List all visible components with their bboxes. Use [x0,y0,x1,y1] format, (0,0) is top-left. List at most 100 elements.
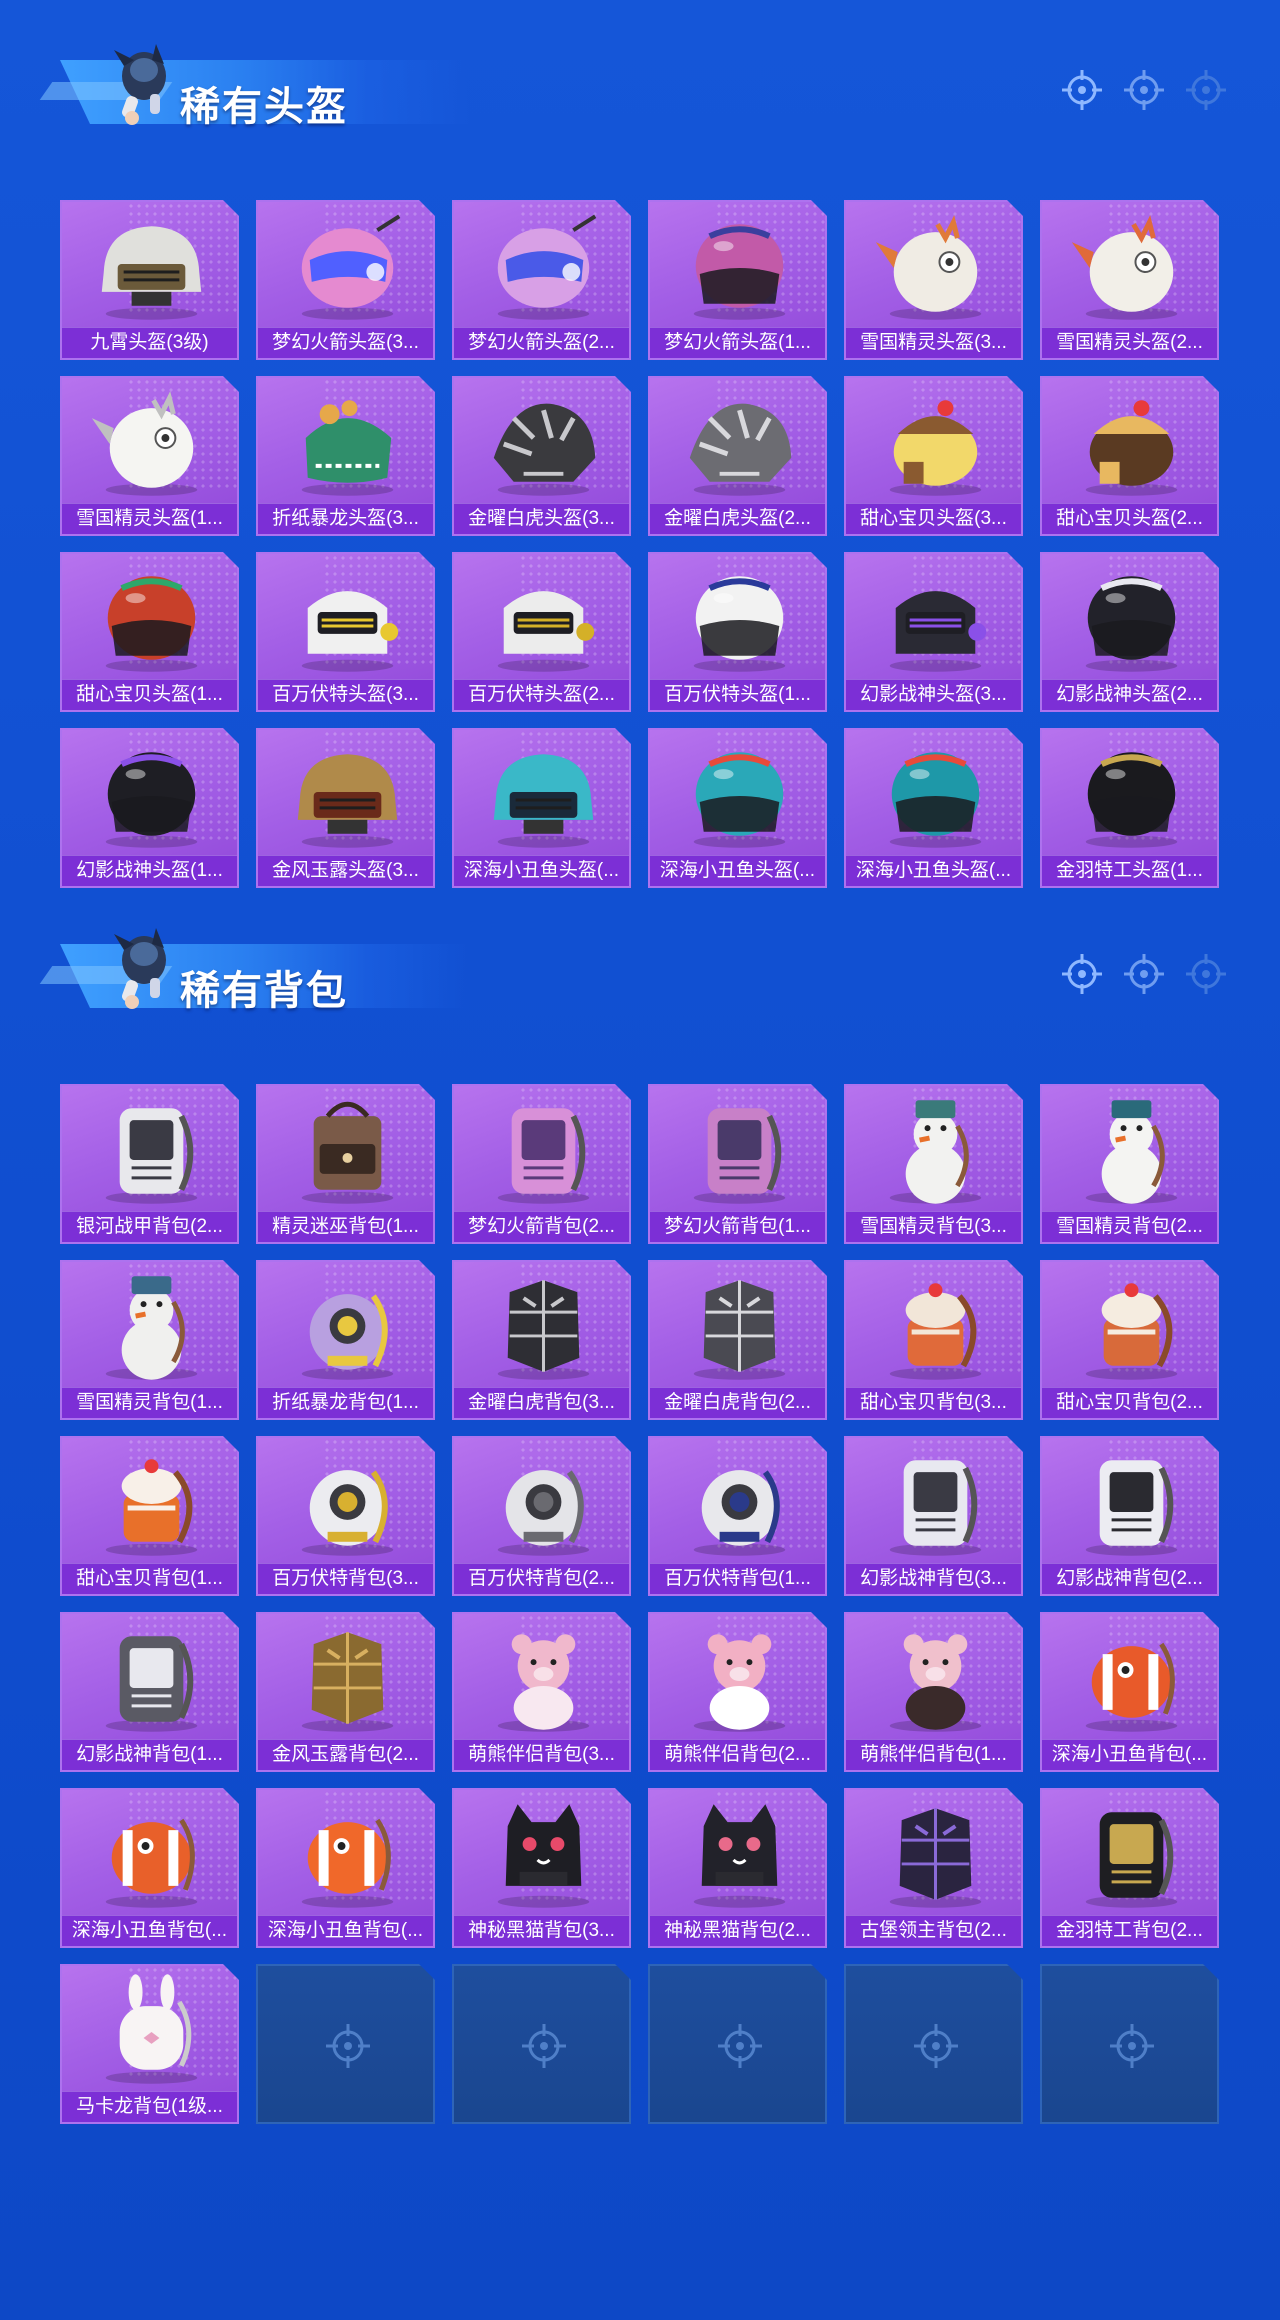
backpack-item-card[interactable]: 金曜白虎背包(3... [452,1260,631,1420]
item-name: 金羽特工背包(2... [1042,1915,1217,1946]
section-title: 稀有背包 [180,969,348,1013]
item-name: 金曜白虎背包(3... [454,1387,629,1418]
backpack-item-card[interactable]: 神秘黑猫背包(3... [452,1788,631,1948]
bear-backpack-icon [846,1614,1023,1740]
tech-backpack-icon [846,1438,1023,1564]
item-name: 金曜白虎头盔(2... [650,503,825,534]
military-helmet-icon [454,730,631,856]
empty-slot [1040,1964,1219,2124]
item-name: 百万伏特头盔(1... [650,679,825,710]
helmet-item-card[interactable]: 百万伏特头盔(3... [256,552,435,712]
backpack-item-card[interactable]: 百万伏特背包(2... [452,1436,631,1596]
helmet-item-card[interactable]: 金曜白虎头盔(3... [452,376,631,536]
helmet-item-card[interactable]: 甜心宝贝头盔(2... [1040,376,1219,536]
helmet-item-card[interactable]: 百万伏特头盔(2... [452,552,631,712]
helmet-item-card[interactable]: 金羽特工头盔(1... [1040,728,1219,888]
round-helmet-icon [62,730,239,856]
backpack-item-card[interactable]: 折纸暴龙背包(1... [256,1260,435,1420]
helmet-item-card[interactable]: 幻影战神头盔(1... [60,728,239,888]
helmet-item-card[interactable]: 甜心宝贝头盔(3... [844,376,1023,536]
backpack-item-card[interactable]: 幻影战神背包(2... [1040,1436,1219,1596]
item-name: 精灵迷巫背包(1... [258,1211,433,1242]
item-name: 金曜白虎背包(2... [650,1387,825,1418]
item-name: 幻影战神头盔(3... [846,679,1021,710]
item-name: 梦幻火箭头盔(3... [258,327,433,358]
item-name: 幻影战神头盔(1... [62,855,237,886]
helmet-item-card[interactable]: 雪国精灵头盔(2... [1040,200,1219,360]
backpack-item-card[interactable]: 深海小丑鱼背包(... [1040,1612,1219,1772]
item-name: 萌熊伴侣背包(1... [846,1739,1021,1770]
item-name: 金风玉露头盔(3... [258,855,433,886]
backpack-item-card[interactable]: 甜心宝贝背包(2... [1040,1260,1219,1420]
helmet-item-card[interactable]: 九霄头盔(3级) [60,200,239,360]
helmet-item-card[interactable]: 百万伏特头盔(1... [648,552,827,712]
item-name: 幻影战神背包(1... [62,1739,237,1770]
tech-backpack-icon [454,1086,631,1212]
helmet-item-card[interactable]: 幻影战神头盔(3... [844,552,1023,712]
military-helmet-icon [258,730,435,856]
backpack-item-card[interactable]: 雪国精灵背包(3... [844,1084,1023,1244]
helmet-item-card[interactable]: 深海小丑鱼头盔(... [844,728,1023,888]
helmet-item-card[interactable]: 折纸暴龙头盔(3... [256,376,435,536]
backpack-item-card[interactable]: 雪国精灵背包(1... [60,1260,239,1420]
helmet-item-card[interactable]: 深海小丑鱼头盔(... [648,728,827,888]
helmet-item-card[interactable]: 甜心宝贝头盔(1... [60,552,239,712]
helmet-item-card[interactable]: 梦幻火箭头盔(3... [256,200,435,360]
backpack-item-card[interactable]: 甜心宝贝背包(1... [60,1436,239,1596]
helmet-item-card[interactable]: 雪国精灵头盔(3... [844,200,1023,360]
helmet-item-card[interactable]: 雪国精灵头盔(1... [60,376,239,536]
backpack-item-card[interactable]: 百万伏特背包(3... [256,1436,435,1596]
backpack-item-card[interactable]: 深海小丑鱼背包(... [256,1788,435,1948]
helmet-item-card[interactable]: 金曜白虎头盔(2... [648,376,827,536]
backpack-item-card[interactable]: 神秘黑猫背包(2... [648,1788,827,1948]
crosshair-icon [1124,954,1164,994]
backpack-item-card[interactable]: 百万伏特背包(1... [648,1436,827,1596]
helmet-item-card[interactable]: 梦幻火箭头盔(2... [452,200,631,360]
backpack-item-card[interactable]: 幻影战神背包(3... [844,1436,1023,1596]
helmet-item-card[interactable]: 幻影战神头盔(2... [1040,552,1219,712]
backpack-item-card[interactable]: 古堡领主背包(2... [844,1788,1023,1948]
item-name: 百万伏特头盔(2... [454,679,629,710]
item-name: 深海小丑鱼背包(... [1042,1739,1217,1770]
backpack-item-card[interactable]: 萌熊伴侣背包(2... [648,1612,827,1772]
crosshair-icon [1186,70,1226,110]
helmet-section: 稀有头盔 九霄头盔(3级) 梦幻火箭头盔(3... 梦幻火箭头盔(2... 梦幻火箭头… [0,30,1280,910]
backpack-item-card[interactable]: 金风玉露背包(2... [256,1612,435,1772]
backpack-item-card[interactable]: 梦幻火箭背包(1... [648,1084,827,1244]
item-name: 甜心宝贝背包(3... [846,1387,1021,1418]
snowman-backpack-icon [62,1262,239,1388]
backpack-section: 稀有背包 银河战甲背包(2... 精灵迷巫背包(1... 梦幻火箭背包(2... 梦幻… [0,914,1280,2114]
backpack-item-card[interactable]: 马卡龙背包(1级... [60,1964,239,2124]
item-name: 深海小丑鱼背包(... [62,1915,237,1946]
bunny-backpack-icon [62,1966,239,2092]
dessert-backpack-icon [1042,1262,1219,1388]
tiger-helmet-icon [650,378,827,504]
robot-backpack-icon [258,1438,435,1564]
item-name: 梦幻火箭背包(2... [454,1211,629,1242]
item-name: 梦幻火箭背包(1... [650,1211,825,1242]
bear-backpack-icon [650,1614,827,1740]
backpack-item-card[interactable]: 深海小丑鱼背包(... [60,1788,239,1948]
backpack-item-card[interactable]: 银河战甲背包(2... [60,1084,239,1244]
round-helmet-icon [846,730,1023,856]
round-helmet-icon [650,730,827,856]
helmet-item-card[interactable]: 梦幻火箭头盔(1... [648,200,827,360]
backpack-item-card[interactable]: 幻影战神背包(1... [60,1612,239,1772]
backpack-item-card[interactable]: 雪国精灵背包(2... [1040,1084,1219,1244]
round-helmet-icon [62,554,239,680]
item-name: 深海小丑鱼背包(... [258,1915,433,1946]
backpack-item-card[interactable]: 精灵迷巫背包(1... [256,1084,435,1244]
item-name: 百万伏特背包(3... [258,1563,433,1594]
backpack-item-card[interactable]: 甜心宝贝背包(3... [844,1260,1023,1420]
backpack-item-card[interactable]: 萌熊伴侣背包(1... [844,1612,1023,1772]
backpack-item-card[interactable]: 金曜白虎背包(2... [648,1260,827,1420]
item-name: 马卡龙背包(1级... [62,2091,237,2122]
helmet-item-card[interactable]: 金风玉露头盔(3... [256,728,435,888]
helmet-item-card[interactable]: 深海小丑鱼头盔(... [452,728,631,888]
item-name: 古堡领主背包(2... [846,1915,1021,1946]
item-name: 幻影战神背包(3... [846,1563,1021,1594]
backpack-item-card[interactable]: 梦幻火箭背包(2... [452,1084,631,1244]
section-header: 稀有背包 [30,914,470,1014]
backpack-item-card[interactable]: 萌熊伴侣背包(3... [452,1612,631,1772]
backpack-item-card[interactable]: 金羽特工背包(2... [1040,1788,1219,1948]
